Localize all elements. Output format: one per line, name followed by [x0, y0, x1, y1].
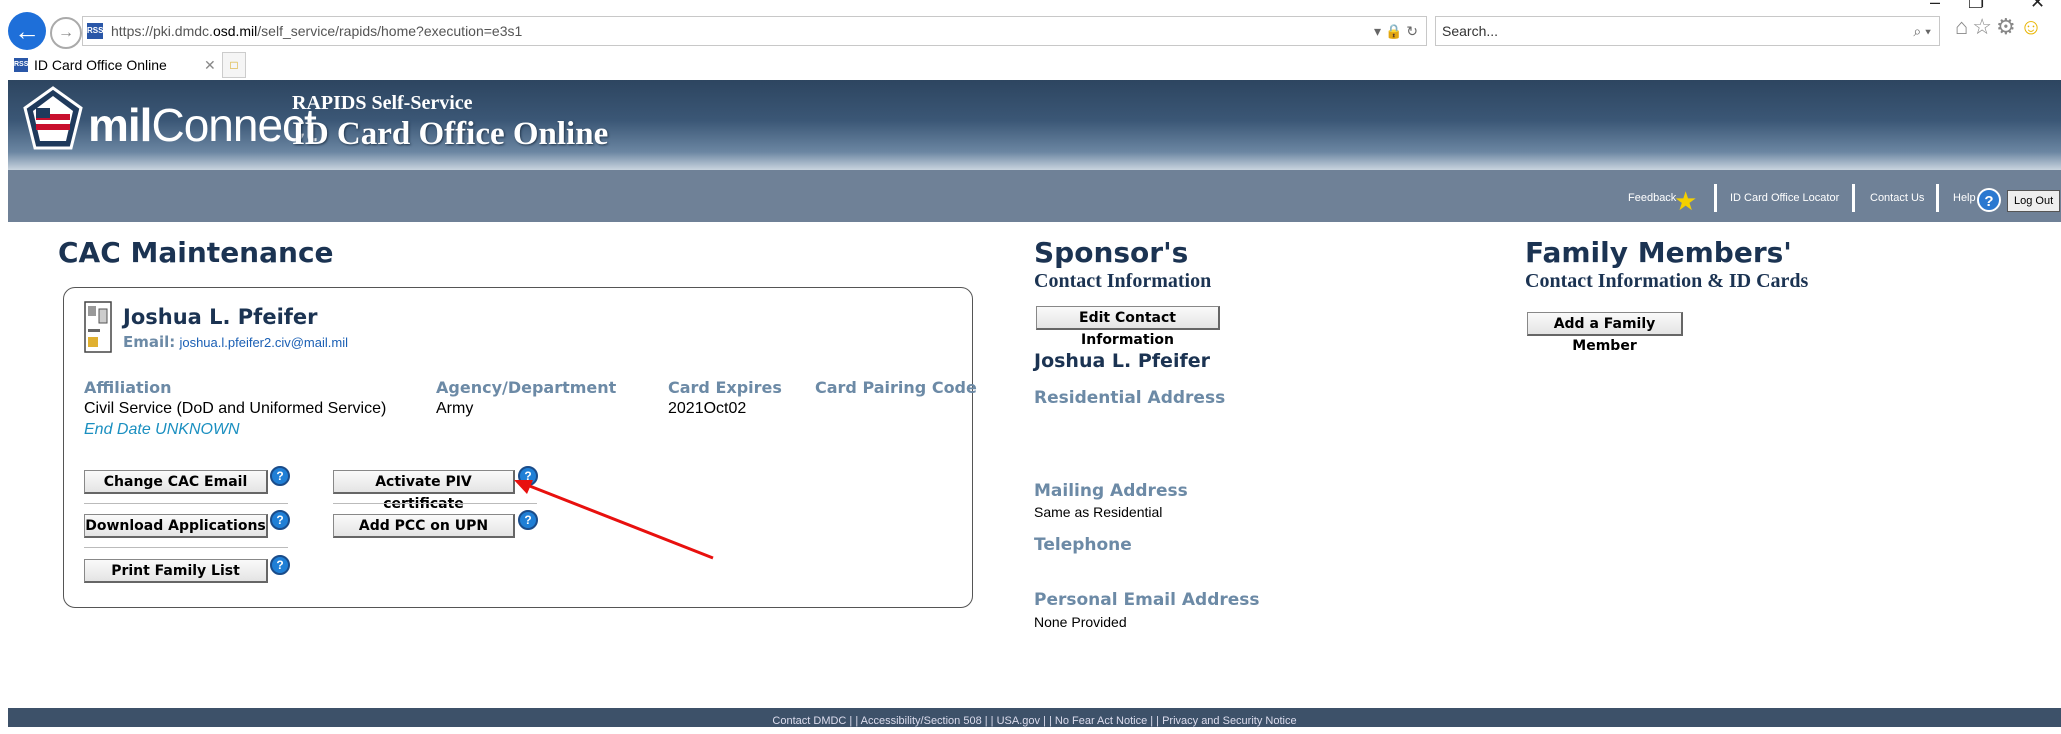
nav-divider [1936, 184, 1939, 212]
footer-links[interactable]: Contact DMDC | | Accessibility/Section 5… [8, 708, 2061, 727]
new-tab-icon[interactable]: □ [222, 52, 246, 78]
close-window-icon[interactable]: ✕ [2030, 0, 2045, 13]
toolbar-icons: ⌂☆⚙☺ [1955, 14, 2046, 40]
cardholder-name: Joshua L. Pfeifer [123, 305, 318, 329]
home-icon[interactable]: ⌂ [1955, 14, 1972, 39]
site-subtitle: RAPIDS Self-Service [292, 92, 473, 114]
residential-address-label: Residential Address [1034, 388, 1226, 408]
family-members-subheading: Contact Information & ID Cards [1525, 270, 1809, 292]
sponsor-subheading: Contact Information [1034, 270, 1212, 292]
id-card-office-locator-link[interactable]: ID Card Office Locator [1730, 192, 1839, 204]
cardholder-email: Email: joshua.l.pfeifer2.civ@mail.mil [123, 333, 348, 351]
back-arrow-icon[interactable]: ← [8, 12, 46, 50]
close-tab-icon[interactable]: ✕ [204, 52, 216, 78]
change-cac-email-button[interactable]: Change CAC Email [84, 470, 268, 494]
personal-email-label: Personal Email Address [1034, 590, 1260, 610]
log-out-button[interactable]: Log Out [2007, 190, 2061, 212]
row-divider [84, 547, 288, 548]
rss-favicon-icon: RSS [87, 23, 103, 39]
search-input[interactable]: Search... ⌕ ▾ [1435, 16, 1940, 46]
favorites-star-icon[interactable]: ☆ [1972, 14, 1996, 39]
restore-icon[interactable]: ❐ [1968, 0, 1984, 13]
card-expires-label: Card Expires [668, 378, 782, 397]
smiley-feedback-icon[interactable]: ☺ [2020, 14, 2046, 39]
top-nav-bar: Feedback ★ ID Card Office Locator Contac… [8, 170, 2061, 222]
family-members-heading: Family Members' [1525, 236, 1792, 269]
settings-gear-icon[interactable]: ⚙ [1996, 14, 2020, 39]
mailing-address-label: Mailing Address [1034, 481, 1188, 501]
nav-divider [1852, 184, 1855, 212]
site-title: ID Card Office Online [292, 116, 609, 152]
sponsor-heading: Sponsor's [1034, 236, 1189, 269]
help-icon[interactable]: ? [1977, 188, 2001, 212]
minimize-icon[interactable]: – [1930, 0, 1940, 13]
card-pairing-code-label: Card Pairing Code [815, 378, 977, 397]
help-icon[interactable]: ? [270, 555, 290, 575]
sponsor-name: Joshua L. Pfeifer [1034, 350, 1210, 372]
milconnect-shield-icon [23, 86, 83, 150]
contact-us-link[interactable]: Contact Us [1870, 192, 1924, 204]
add-pcc-on-upn-button[interactable]: Add PCC on UPN [333, 514, 515, 538]
add-family-member-button[interactable]: Add a Family Member [1527, 312, 1683, 354]
feedback-star-icon[interactable]: ★ [1674, 188, 1697, 214]
id-card-icon [84, 301, 112, 353]
tab-id-card-office[interactable]: RSS ID Card Office Online ✕ [8, 52, 218, 78]
red-arrow-annotation [514, 480, 714, 560]
help-link[interactable]: Help [1953, 192, 1976, 204]
end-date-value: End Date UNKNOWN [84, 421, 240, 438]
forward-arrow-icon[interactable]: → [50, 17, 82, 49]
help-icon[interactable]: ? [270, 510, 290, 530]
affiliation-label: Affiliation [84, 378, 172, 397]
personal-email-value: None Provided [1034, 614, 1127, 630]
url-text[interactable]: https://pki.dmdc.osd.mil/self_service/ra… [111, 17, 522, 45]
lock-refresh-icon[interactable]: ▾ 🔒 ↻ [1374, 17, 1418, 45]
card-expires-value: 2021Oct02 [668, 400, 747, 417]
cac-maintenance-heading: CAC Maintenance [58, 236, 334, 269]
search-icon[interactable]: ⌕ ▾ [1913, 17, 1931, 45]
nav-divider [1714, 184, 1717, 212]
mailing-address-value: Same as Residential [1034, 504, 1163, 520]
print-family-list-button[interactable]: Print Family List [84, 559, 268, 583]
address-bar[interactable]: RSS https://pki.dmdc.osd.mil/self_servic… [82, 16, 1427, 46]
download-applications-button[interactable]: Download Applications [84, 514, 268, 538]
rss-favicon-icon: RSS [14, 58, 28, 72]
browser-chrome: ← → RSS https://pki.dmdc.osd.mil/self_se… [0, 0, 2061, 80]
milconnect-logo[interactable]: milConnect [88, 98, 317, 152]
agency-label: Agency/Department [436, 378, 617, 397]
edit-contact-information-button[interactable]: Edit Contact Information [1036, 306, 1220, 348]
row-divider [84, 503, 288, 504]
affiliation-value: Civil Service (DoD and Uniformed Service… [84, 400, 387, 417]
feedback-link[interactable]: Feedback [1628, 192, 1676, 204]
telephone-label: Telephone [1034, 535, 1132, 555]
agency-value: Army [436, 400, 474, 417]
help-icon[interactable]: ? [270, 466, 290, 486]
activate-piv-certificate-button[interactable]: Activate PIV certificate [333, 470, 515, 512]
site-banner: milConnect RAPIDS Self-Service ID Card O… [8, 80, 2061, 170]
